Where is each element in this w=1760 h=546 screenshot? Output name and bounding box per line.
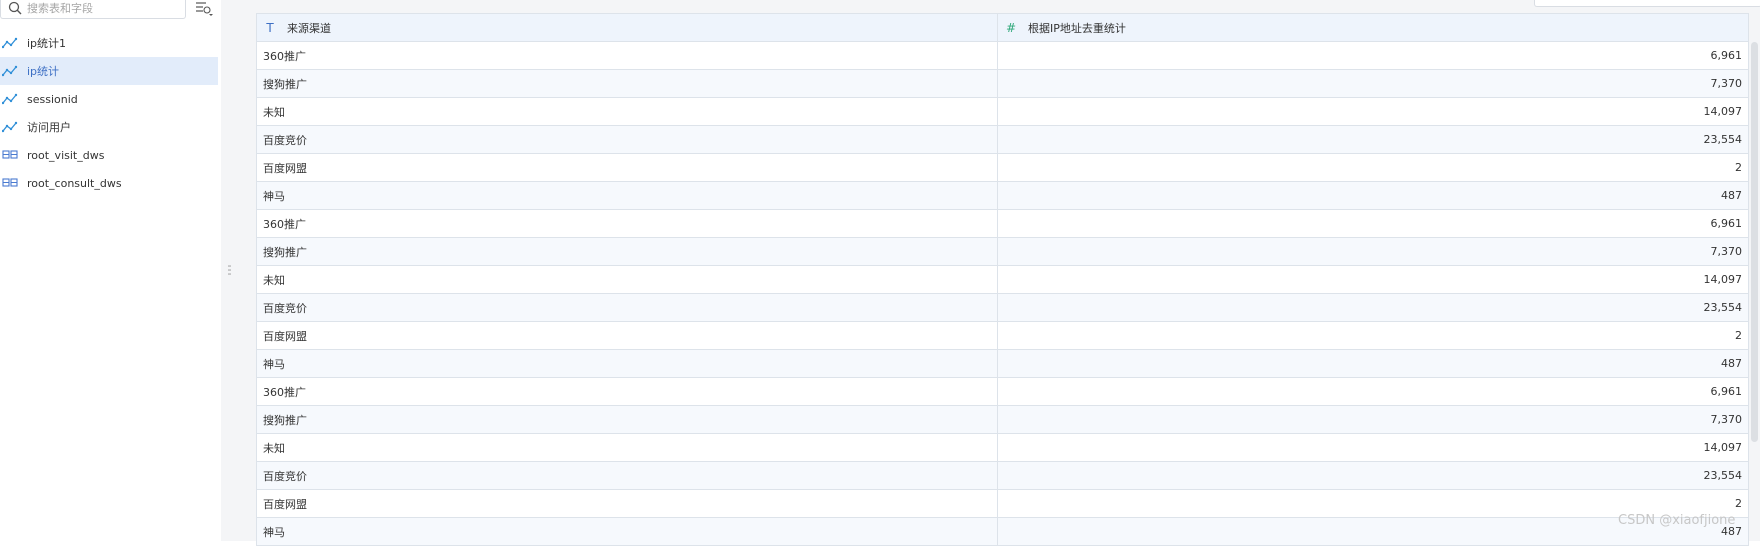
filter-list-icon bbox=[196, 2, 213, 16]
cell-source: 百度网盟 bbox=[256, 321, 998, 350]
sidebar-item[interactable]: root_consult_dws bbox=[0, 169, 218, 197]
number-field-icon: # bbox=[1005, 20, 1017, 35]
cell-ip-count: 7,370 bbox=[997, 405, 1749, 434]
cell-source: 未知 bbox=[256, 265, 998, 294]
cell-ip-count: 14,097 bbox=[997, 433, 1749, 462]
sidebar-item-label: 访问用户 bbox=[27, 121, 71, 134]
cell-ip-count: 6,961 bbox=[997, 41, 1749, 70]
table-row[interactable]: 搜狗推广 7,370 bbox=[256, 69, 1749, 98]
filter-button[interactable] bbox=[192, 0, 216, 18]
cell-ip-count: 7,370 bbox=[997, 69, 1749, 98]
cell-ip-count: 6,961 bbox=[997, 377, 1749, 406]
column-header-ip-count[interactable]: # 根据IP地址去重统计 bbox=[997, 13, 1749, 42]
sidebar-item-label: root_visit_dws bbox=[27, 148, 105, 162]
cell-source: 搜狗推广 bbox=[256, 237, 998, 266]
sidebar-item-label: ip统计 bbox=[27, 65, 60, 78]
metric-icon bbox=[2, 64, 20, 78]
table-row[interactable]: 百度竞价 23,554 bbox=[256, 293, 1749, 322]
table-row[interactable]: 搜狗推广 7,370 bbox=[256, 405, 1749, 434]
cell-ip-count: 2 bbox=[997, 153, 1749, 182]
cell-ip-count: 7,370 bbox=[997, 237, 1749, 266]
cell-source: 360推广 bbox=[256, 41, 998, 70]
table-row[interactable]: 360推广 6,961 bbox=[256, 209, 1749, 238]
cell-source: 百度网盟 bbox=[256, 153, 998, 182]
cell-ip-count: 2 bbox=[997, 321, 1749, 350]
table-row[interactable]: 神马 487 bbox=[256, 181, 1749, 210]
cell-ip-count: 14,097 bbox=[997, 97, 1749, 126]
metric-icon bbox=[2, 36, 20, 50]
table-row[interactable]: 百度网盟 2 bbox=[256, 153, 1749, 182]
cell-ip-count: 23,554 bbox=[997, 125, 1749, 154]
cell-ip-count: 14,097 bbox=[997, 265, 1749, 294]
cell-source: 百度网盟 bbox=[256, 489, 998, 518]
table-row[interactable]: 未知 14,097 bbox=[256, 265, 1749, 294]
cell-source: 未知 bbox=[256, 97, 998, 126]
cell-source: 神马 bbox=[256, 517, 998, 546]
sidebar-item[interactable]: ip统计 bbox=[0, 57, 218, 85]
cell-source: 百度竞价 bbox=[256, 125, 998, 154]
sidebar-item-label: ip统计1 bbox=[27, 37, 67, 50]
text-field-icon: T bbox=[266, 20, 274, 35]
sidebar-item[interactable]: ip统计1 bbox=[0, 29, 218, 57]
sidebar-item-label: sessionid bbox=[27, 92, 78, 106]
table-row[interactable]: 未知 14,097 bbox=[256, 433, 1749, 462]
table-row[interactable]: 百度竞价 23,554 bbox=[256, 125, 1749, 154]
cell-source: 百度竞价 bbox=[256, 293, 998, 322]
table-row[interactable]: 百度网盟 2 bbox=[256, 489, 1749, 518]
table-row[interactable]: 百度网盟 2 bbox=[256, 321, 1749, 350]
cell-source: 未知 bbox=[256, 433, 998, 462]
table-row[interactable]: 百度竞价 23,554 bbox=[256, 461, 1749, 490]
field-list: ip统计1 ip统计 sessionid 访问用户 root_visit_dwsroot… bbox=[0, 29, 218, 197]
field-sidebar: ip统计1 ip统计 sessionid 访问用户 root_visit_dwsroot… bbox=[0, 0, 221, 541]
table-header-row: T 来源渠道 # 根据IP地址去重统计 bbox=[256, 13, 1749, 42]
metric-icon bbox=[2, 92, 20, 106]
sidebar-item[interactable]: root_visit_dws bbox=[0, 141, 218, 169]
table-icon bbox=[2, 176, 20, 190]
vertical-scrollbar[interactable] bbox=[1751, 42, 1758, 442]
cell-source: 百度竞价 bbox=[256, 461, 998, 490]
metric-icon bbox=[2, 120, 20, 134]
watermark: CSDN @xiaofjione bbox=[1618, 513, 1736, 528]
sidebar-item-label: root_consult_dws bbox=[27, 176, 122, 190]
cell-ip-count: 6,961 bbox=[997, 209, 1749, 238]
data-table: T 来源渠道 # 根据IP地址去重统计 360推广 6,961 搜狗推广 7,370 未知 1… bbox=[256, 13, 1749, 546]
search-input[interactable] bbox=[27, 0, 177, 16]
cell-ip-count: 23,554 bbox=[997, 293, 1749, 322]
table-row[interactable]: 未知 14,097 bbox=[256, 97, 1749, 126]
toolbar-box[interactable] bbox=[1534, 0, 1760, 7]
cell-source: 搜狗推广 bbox=[256, 405, 998, 434]
cell-ip-count: 487 bbox=[997, 181, 1749, 210]
sidebar-item[interactable]: sessionid bbox=[0, 85, 218, 113]
sidebar-item[interactable]: 访问用户 bbox=[0, 113, 218, 141]
cell-ip-count: 487 bbox=[997, 349, 1749, 378]
column-header-source[interactable]: T 来源渠道 bbox=[256, 13, 998, 42]
cell-source: 神马 bbox=[256, 181, 998, 210]
column-label: 根据IP地址去重统计 bbox=[1028, 21, 1126, 35]
cell-source: 搜狗推广 bbox=[256, 69, 998, 98]
search-icon bbox=[8, 1, 22, 15]
search-box[interactable] bbox=[0, 0, 186, 19]
cell-source: 神马 bbox=[256, 349, 998, 378]
cell-ip-count: 23,554 bbox=[997, 461, 1749, 490]
table-row[interactable]: 360推广 6,961 bbox=[256, 377, 1749, 406]
table-icon bbox=[2, 148, 20, 162]
cell-source: 360推广 bbox=[256, 377, 998, 406]
table-row[interactable]: 神马 487 bbox=[256, 349, 1749, 378]
table-row[interactable]: 神马 487 bbox=[256, 517, 1749, 546]
column-label: 来源渠道 bbox=[287, 21, 331, 35]
table-row[interactable]: 搜狗推广 7,370 bbox=[256, 237, 1749, 266]
table-row[interactable]: 360推广 6,961 bbox=[256, 41, 1749, 70]
cell-source: 360推广 bbox=[256, 209, 998, 238]
